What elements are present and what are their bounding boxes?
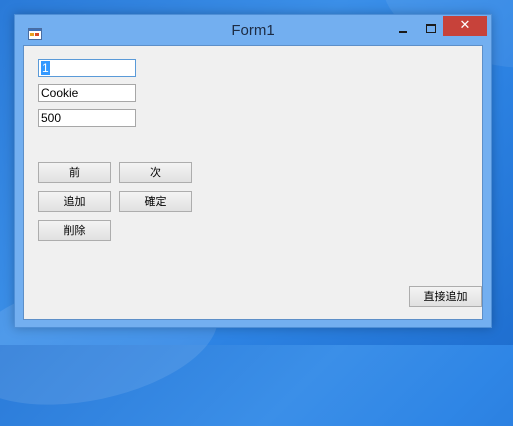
add-button[interactable]: 追加 (38, 191, 111, 212)
price-field[interactable]: 500 (38, 109, 136, 127)
direct-add-button[interactable]: 直接追加 (409, 286, 482, 307)
next-button[interactable]: 次 (119, 162, 192, 183)
id-field-value: 1 (41, 61, 50, 75)
confirm-button[interactable]: 確定 (119, 191, 192, 212)
price-field-value: 500 (41, 111, 62, 125)
close-icon: ✕ (459, 18, 471, 33)
title-bar[interactable]: Form1 ✕ (15, 15, 491, 44)
close-button[interactable]: ✕ (443, 16, 487, 36)
maximize-icon[interactable] (418, 19, 444, 39)
form-window: Form1 ✕ 1 Cookie 500 前 次 追加 確定 削除 直接追加 (14, 14, 492, 328)
form-client-area: 1 Cookie 500 前 次 追加 確定 削除 直接追加 (23, 45, 483, 320)
delete-button[interactable]: 削除 (38, 220, 111, 241)
name-field[interactable]: Cookie (38, 84, 136, 102)
id-field[interactable]: 1 (38, 59, 136, 77)
prev-button[interactable]: 前 (38, 162, 111, 183)
name-field-value: Cookie (41, 86, 79, 100)
minimize-icon[interactable] (390, 19, 416, 39)
